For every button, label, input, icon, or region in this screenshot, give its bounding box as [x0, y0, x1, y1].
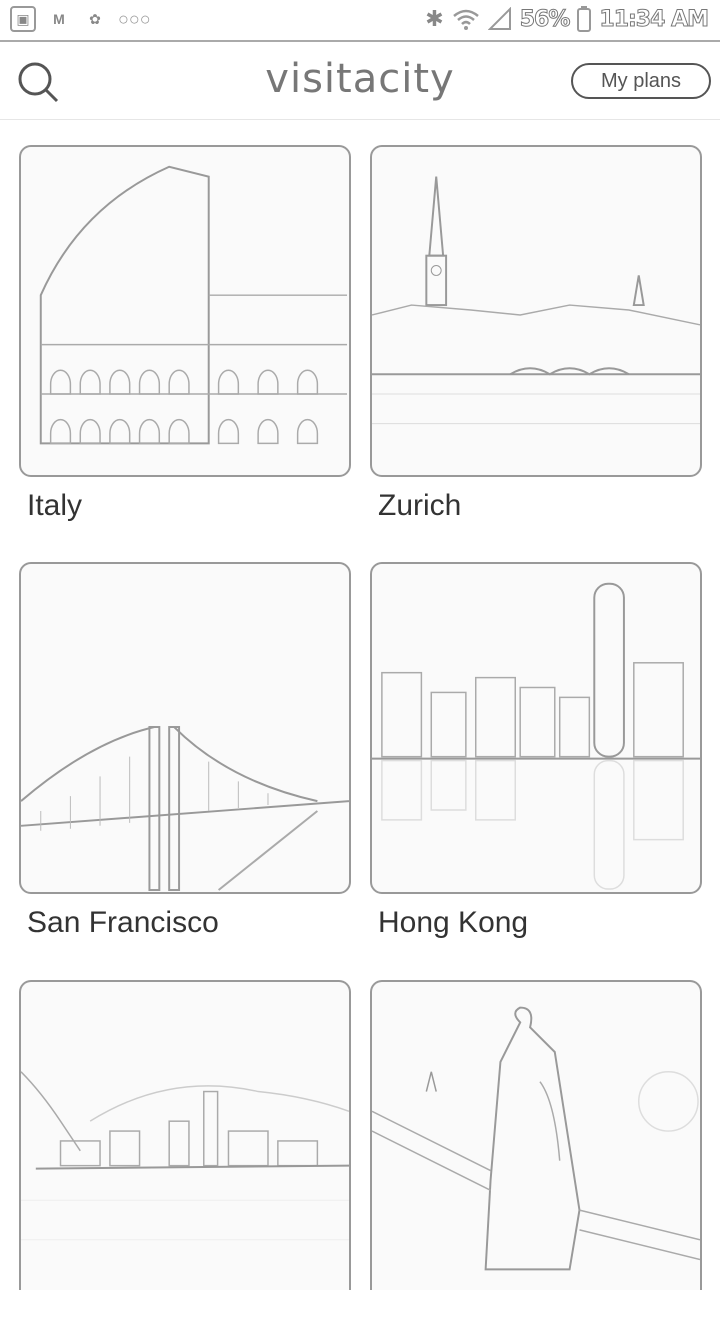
my-plans-button[interactable]: My plans	[571, 63, 711, 99]
statue-bridge-illustration	[372, 1006, 700, 1271]
clock: 11:34 AM	[599, 6, 710, 32]
app-header: visitacity My plans	[0, 40, 720, 120]
gallery-icon: ▣	[10, 6, 36, 32]
city-name: Zurich	[378, 489, 462, 522]
battery-percent: 56%	[519, 6, 571, 32]
gmail-icon: M	[53, 11, 65, 27]
city-image-lakeside[interactable]	[19, 980, 351, 1290]
city-image-hong-kong[interactable]	[370, 562, 702, 894]
city-card-hong-kong[interactable]: Hong Kong	[370, 562, 704, 946]
colosseum-illustration	[39, 165, 348, 445]
status-left: ▣ M ✿ ○○○	[10, 6, 151, 32]
city-image-statue[interactable]	[370, 980, 702, 1290]
city-card-san-francisco[interactable]: San Francisco	[19, 562, 353, 946]
more-dots-icon: ○○○	[118, 8, 151, 29]
city-name	[19, 1302, 353, 1342]
flower-icon: ✿	[89, 10, 101, 27]
city-image-golden-gate[interactable]	[19, 562, 351, 894]
city-card-lakeside[interactable]	[19, 980, 353, 1342]
city-name: Italy	[27, 489, 83, 522]
city-card-zurich[interactable]: Zurich	[370, 145, 704, 529]
zurich-illustration	[372, 176, 700, 425]
status-bar: ▣ M ✿ ○○○ ✱ 56% 11:34 AM	[0, 0, 720, 40]
city-name	[370, 1302, 704, 1342]
lakeside-illustration	[21, 1071, 349, 1241]
bluetooth-icon: ✱	[425, 6, 444, 31]
city-card-italy[interactable]: Italy	[19, 145, 353, 529]
city-card-statue[interactable]	[370, 980, 704, 1342]
status-right: ✱ 56% 11:34 AM	[425, 6, 710, 32]
city-image-colosseum[interactable]	[19, 145, 351, 477]
battery-icon	[577, 6, 592, 32]
city-name: Hong Kong	[378, 906, 529, 939]
signal-icon	[487, 7, 511, 30]
golden-gate-illustration	[21, 726, 349, 892]
hong-kong-illustration	[372, 582, 700, 890]
city-image-zurich[interactable]	[370, 145, 702, 477]
wifi-icon	[452, 9, 479, 30]
city-name: San Francisco	[27, 906, 219, 939]
